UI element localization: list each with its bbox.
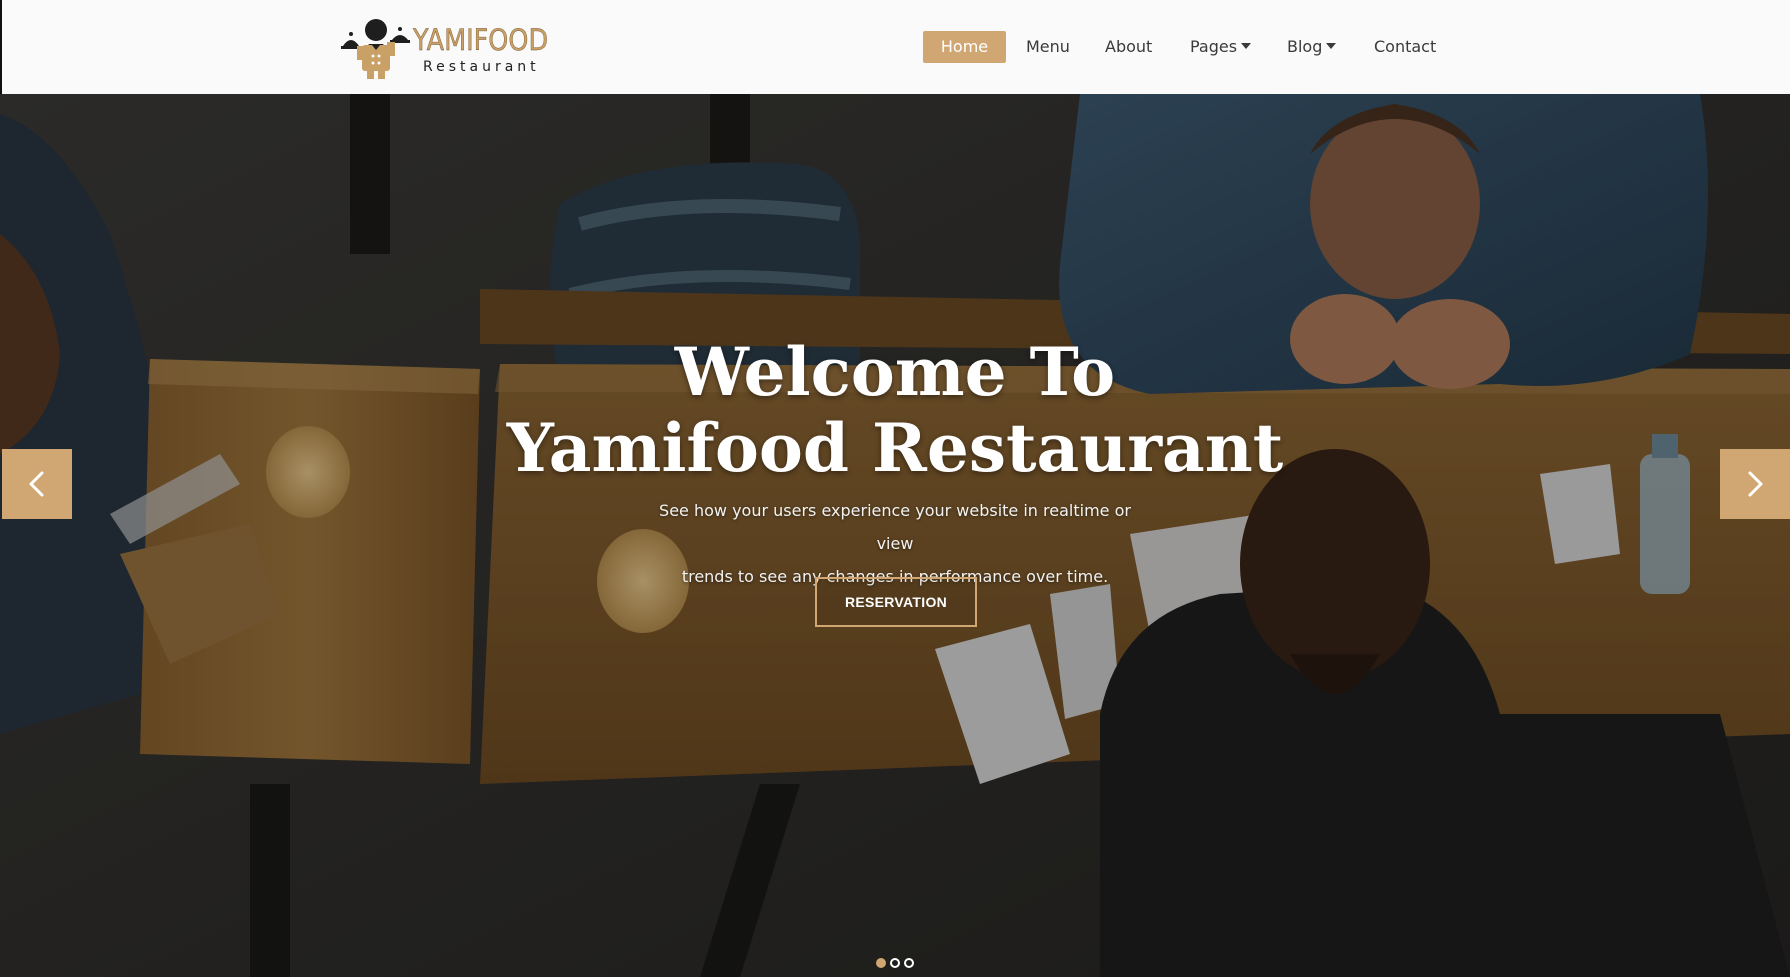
slider-pagination <box>876 958 916 970</box>
slider-prev-button[interactable] <box>2 449 72 519</box>
hero-slider: Welcome To Yamifood Restaurant See how y… <box>0 94 1790 977</box>
caret-down-icon <box>1241 43 1252 49</box>
nav-item-blog[interactable]: Blog <box>1287 31 1337 63</box>
hero-title-line1: Welcome To <box>674 333 1116 411</box>
nav-item-home[interactable]: Home <box>923 31 1006 63</box>
nav-item-about[interactable]: About <box>1105 31 1152 63</box>
brand-tagline: Restaurant <box>423 59 540 75</box>
caret-down-icon <box>1326 43 1337 49</box>
chevron-right-icon <box>1748 471 1763 497</box>
site-header: YAMIFOOD Restaurant Home Menu About Page… <box>0 0 1790 94</box>
brand-name: YAMIFOOD <box>413 23 549 57</box>
hero-title: Welcome To Yamifood Restaurant <box>0 334 1790 486</box>
slider-next-button[interactable] <box>1720 449 1790 519</box>
slider-dot-1[interactable] <box>876 958 886 968</box>
nav-item-pages[interactable]: Pages <box>1190 31 1252 63</box>
chevron-left-icon <box>29 471 44 497</box>
nav-item-contact[interactable]: Contact <box>1374 31 1436 63</box>
reservation-button[interactable]: RESERVATION <box>815 577 977 627</box>
hero-title-line2: Yamifood Restaurant <box>506 409 1284 487</box>
hero-subtitle-line1: See how your users experience your websi… <box>659 501 1131 553</box>
chef-with-cloche-logo-icon <box>341 19 410 79</box>
slider-dot-2[interactable] <box>890 958 900 968</box>
nav-item-blog-label: Blog <box>1287 37 1323 56</box>
logo[interactable]: YAMIFOOD Restaurant <box>340 16 550 80</box>
nav-item-pages-label: Pages <box>1190 37 1238 56</box>
slider-dot-3[interactable] <box>904 958 914 968</box>
nav-item-menu[interactable]: Menu <box>1026 31 1070 63</box>
